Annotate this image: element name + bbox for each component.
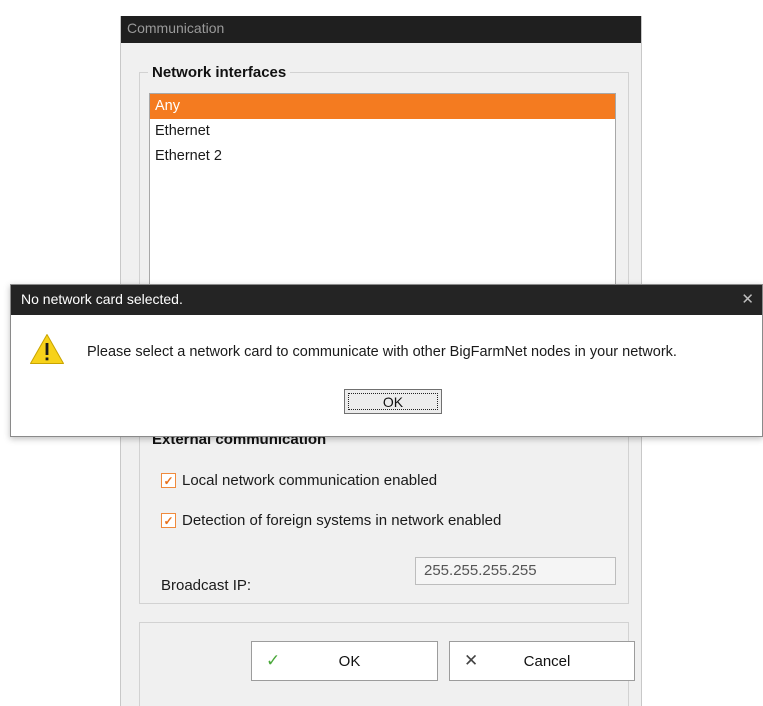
network-interfaces-legend: Network interfaces bbox=[148, 64, 291, 81]
message-ok-button[interactable]: OK bbox=[344, 389, 442, 414]
window-title: Communication bbox=[121, 16, 641, 43]
local-network-checkbox-row[interactable]: ✓ Local network communication enabled bbox=[161, 472, 437, 489]
broadcast-ip-label: Broadcast IP: bbox=[161, 577, 252, 594]
local-network-label: Local network communication enabled bbox=[182, 472, 438, 489]
ok-button[interactable]: ✓ OK bbox=[251, 641, 438, 681]
message-box: No network card selected. ✕ Please selec… bbox=[10, 284, 763, 437]
local-network-checkbox[interactable]: ✓ bbox=[161, 473, 176, 488]
foreign-systems-label: Detection of foreign systems in network … bbox=[182, 512, 502, 529]
cancel-button[interactable]: ✕ Cancel bbox=[449, 641, 635, 681]
foreign-systems-checkbox[interactable]: ✓ bbox=[161, 513, 176, 528]
broadcast-ip-field[interactable]: 255.255.255.255 bbox=[415, 557, 616, 585]
foreign-systems-checkbox-row[interactable]: ✓ Detection of foreign systems in networ… bbox=[161, 512, 501, 529]
message-text: Please select a network card to communic… bbox=[87, 344, 677, 360]
list-item-ethernet-2[interactable]: Ethernet 2 bbox=[150, 144, 615, 169]
x-icon: ✕ bbox=[464, 651, 479, 670]
warning-icon bbox=[30, 334, 64, 364]
close-icon[interactable]: ✕ bbox=[741, 290, 754, 308]
checkmark-icon: ✓ bbox=[163, 473, 174, 488]
checkmark-icon: ✓ bbox=[163, 513, 174, 528]
message-box-title: No network card selected. bbox=[11, 285, 762, 315]
focus-rectangle bbox=[348, 393, 438, 410]
list-item-ethernet[interactable]: Ethernet bbox=[150, 119, 615, 144]
list-item-any[interactable]: Any bbox=[150, 94, 615, 119]
checkmark-icon: ✓ bbox=[266, 651, 281, 670]
